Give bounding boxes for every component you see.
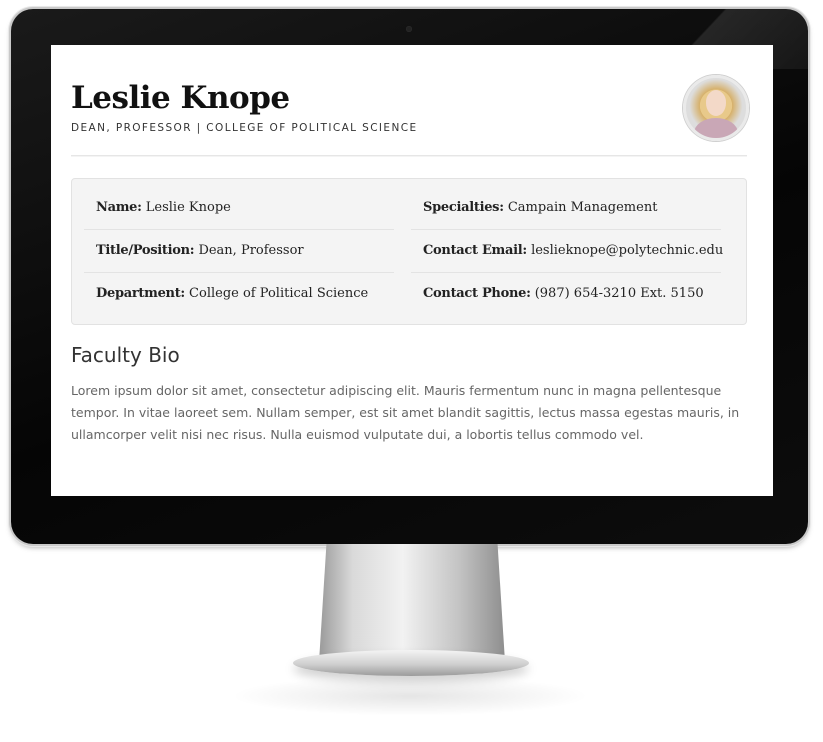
info-label: Contact Phone: bbox=[423, 286, 531, 301]
webcam bbox=[406, 26, 412, 32]
header-divider bbox=[71, 155, 747, 157]
monitor-stand-neck bbox=[319, 544, 505, 662]
info-value: Leslie Knope bbox=[145, 200, 231, 215]
info-label: Department: bbox=[96, 286, 185, 301]
monitor-stand-base bbox=[293, 650, 529, 676]
info-value: Dean, Professor bbox=[198, 243, 304, 258]
info-label: Title/Position: bbox=[96, 243, 195, 258]
info-row-name: Name: Leslie Knope bbox=[84, 187, 394, 230]
info-column-right: Specialties: Campain Management Contact … bbox=[411, 187, 723, 315]
profile-title: DEAN, PROFESSOR | COLLEGE OF POLITICAL S… bbox=[71, 122, 418, 134]
bio-text: Lorem ipsum dolor sit amet, consectetur … bbox=[71, 383, 740, 442]
info-row-phone: Contact Phone: (987) 654-3210 Ext. 5150 bbox=[411, 273, 721, 315]
profile-name: Leslie Knope bbox=[71, 80, 290, 116]
info-label: Name: bbox=[96, 200, 142, 215]
info-row-department: Department: College of Political Science bbox=[84, 273, 394, 315]
info-row-specialties: Specialties: Campain Management bbox=[411, 187, 721, 230]
avatar bbox=[683, 75, 749, 141]
info-row-email: Contact Email: leslieknope@polytechnic.e… bbox=[411, 230, 723, 273]
bio-heading: Faculty Bio bbox=[71, 343, 180, 367]
info-label: Contact Email: bbox=[423, 243, 527, 258]
monitor-screen: Leslie Knope DEAN, PROFESSOR | COLLEGE O… bbox=[51, 45, 773, 496]
info-value: College of Political Science bbox=[189, 286, 369, 301]
email-value[interactable]: leslieknope@polytechnic.edu bbox=[531, 243, 723, 258]
phone-value[interactable]: (987) 654-3210 Ext. 5150 bbox=[535, 286, 704, 301]
avatar-face bbox=[706, 90, 726, 116]
avatar-shoulders bbox=[694, 118, 738, 138]
info-column-left: Name: Leslie Knope Title/Position: Dean,… bbox=[84, 187, 394, 315]
info-panel: Name: Leslie Knope Title/Position: Dean,… bbox=[71, 178, 747, 325]
info-value: Campain Management bbox=[507, 200, 658, 215]
stand-shadow bbox=[230, 676, 590, 716]
info-label: Specialties: bbox=[423, 200, 504, 215]
info-row-title: Title/Position: Dean, Professor bbox=[84, 230, 394, 273]
